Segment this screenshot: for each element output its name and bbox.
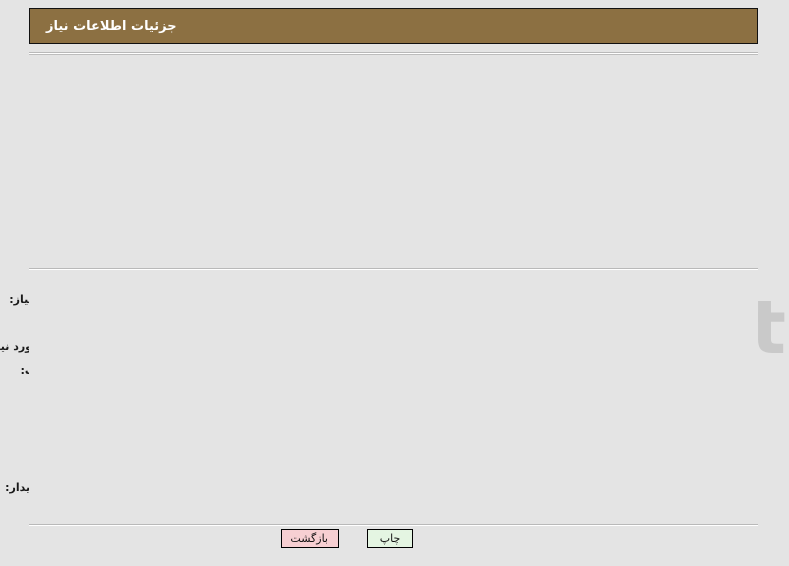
print-button[interactable]: چاپ xyxy=(368,529,414,548)
divider-bottom xyxy=(30,524,759,526)
back-button[interactable]: بازگشت xyxy=(282,529,340,548)
page-title: جزئیات اطلاعات نیاز xyxy=(47,18,178,34)
services-panel xyxy=(30,270,759,525)
page-title-bar: جزئیات اطلاعات نیاز xyxy=(30,8,759,44)
need-info-panel xyxy=(30,54,759,268)
